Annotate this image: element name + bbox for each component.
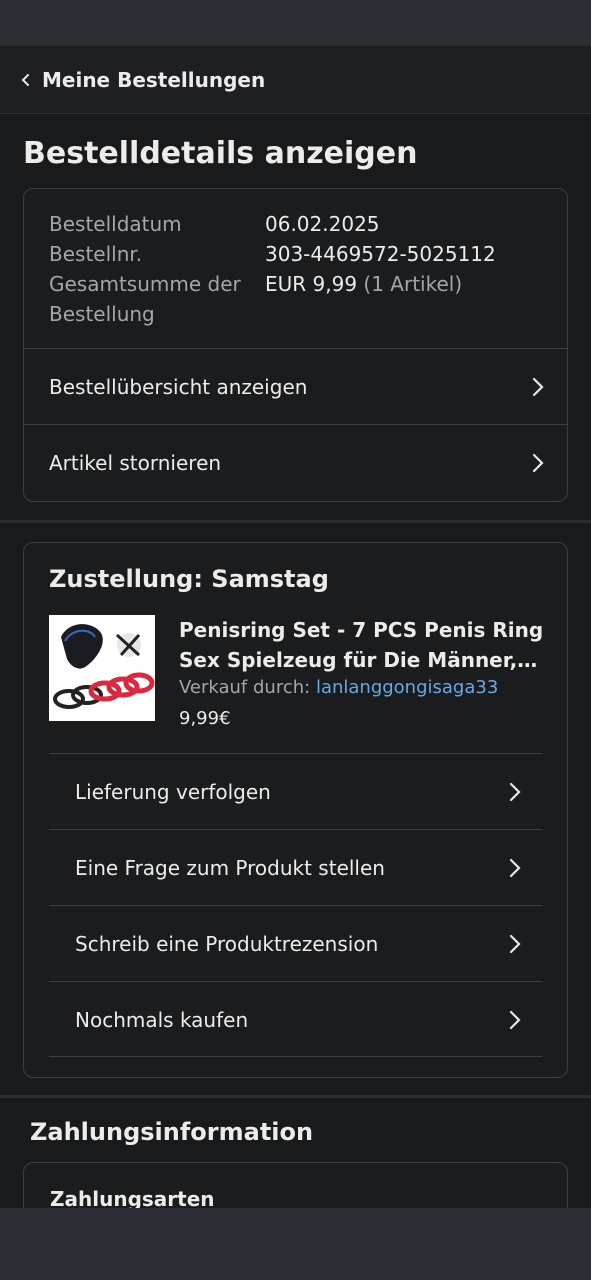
buy-again-link[interactable]: Nochmals kaufen [49,981,542,1057]
divider [49,1056,542,1057]
chevron-right-icon [508,933,522,955]
chevron-right-icon [508,781,522,803]
chevron-left-icon[interactable] [18,72,34,88]
order-total-label-line1: Gesamtsumme der [49,272,241,296]
seller-link[interactable]: lanlanggongisaga33 [316,677,498,698]
ask-product-question-link[interactable]: Eine Frage zum Produkt stellen [49,829,542,905]
back-link-my-orders[interactable]: Meine Bestellungen [42,68,265,92]
section-divider [0,520,591,523]
order-number-label: Bestellnr. [49,242,143,266]
chevron-right-icon [531,452,545,474]
view-order-summary-link[interactable]: Bestellübersicht anzeigen [24,348,567,424]
chevron-right-icon [508,857,522,879]
track-delivery-label: Lieferung verfolgen [75,779,271,804]
view-order-summary-label: Bestellübersicht anzeigen [49,374,308,399]
bottom-nav-bar [0,1208,591,1280]
order-total-value: EUR 9,99 (1 Artikel) [265,269,462,329]
chevron-right-icon [508,1009,522,1031]
delivery-title: Zustellung: Samstag [49,565,329,593]
order-summary-card: Bestelldatum 06.02.2025 Bestellnr. 303-4… [23,188,568,502]
delivery-card: Zustellung: Samstag Penisring Set - 7 PC… [23,542,568,1078]
write-review-link[interactable]: Schreib eine Produktrezension [49,905,542,981]
buy-again-label: Nochmals kaufen [75,1007,249,1032]
product-title-line1: Penisring Set - 7 PCS Penis Ring [179,618,544,642]
product-title[interactable]: Penisring Set - 7 PCS Penis Ring Sex Spi… [179,615,544,675]
status-bar [0,0,591,46]
order-number-value: 303-4469572-5025112 [265,242,496,266]
cancel-items-label: Artikel stornieren [49,450,222,475]
write-review-label: Schreib eine Produktrezension [75,931,379,956]
chevron-right-icon [531,376,545,398]
product-title-line2: Sex Spielzeug für Die Männer, C... [179,648,544,672]
seller-info: Verkauf durch: lanlanggongisaga33 [179,677,498,698]
order-total-label-line2: Bestellung [49,302,155,326]
ask-product-question-label: Eine Frage zum Produkt stellen [75,855,385,880]
product-price: 9,99€ [179,708,231,729]
seller-label: Verkauf durch: [179,677,311,698]
order-date-value: 06.02.2025 [265,212,380,236]
order-total-label: Gesamtsumme der Bestellung [49,269,265,329]
order-info: Bestelldatum 06.02.2025 Bestellnr. 303-4… [49,209,496,329]
order-total-amount: EUR 9,99 [265,272,358,296]
top-nav: Meine Bestellungen [0,46,591,114]
section-divider [0,1095,591,1098]
product-image[interactable] [49,615,155,721]
page-title: Bestelldetails anzeigen [23,136,418,171]
track-delivery-link[interactable]: Lieferung verfolgen [49,753,542,829]
order-item-count: (1 Artikel) [363,272,463,296]
order-date-label: Bestelldatum [49,212,182,236]
payment-section-title: Zahlungsinformation [30,1118,314,1146]
cancel-items-link[interactable]: Artikel stornieren [24,424,567,500]
